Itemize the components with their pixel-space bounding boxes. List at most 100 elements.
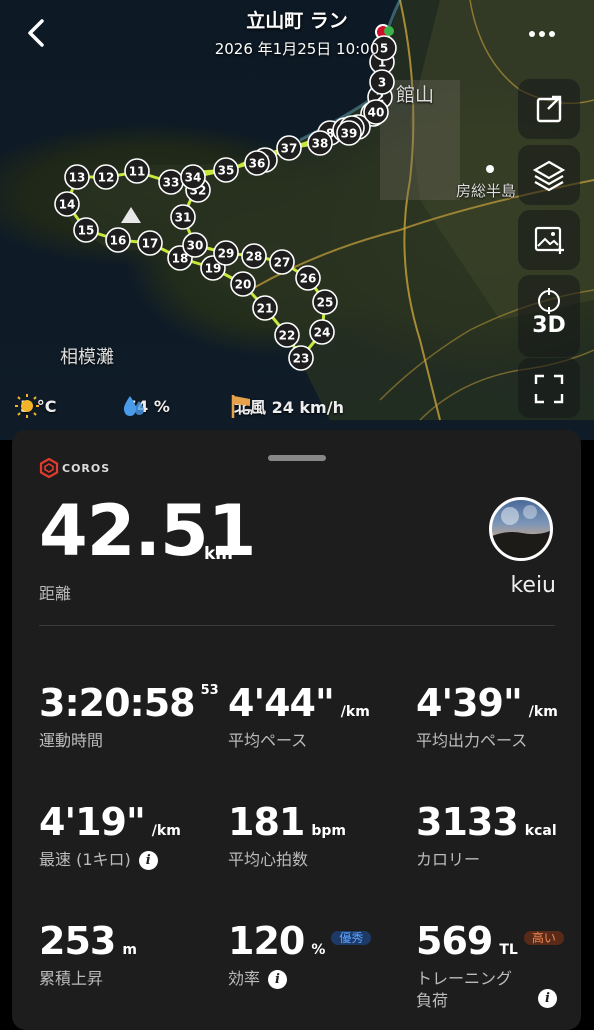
km-marker-17: 17: [137, 230, 163, 256]
3d-button[interactable]: 3D: [518, 275, 580, 357]
fullscreen-icon: [534, 374, 564, 404]
coros-logo: COROS: [39, 458, 110, 478]
km-marker-16: 16: [105, 227, 131, 253]
stat-efficiency: 120 %優秀 効率 i: [228, 922, 372, 990]
username[interactable]: keiu: [472, 573, 556, 598]
km-marker-label: 22: [279, 329, 296, 343]
activity-title: 立山町 ラン: [246, 10, 348, 32]
km-marker-label: 16: [110, 234, 127, 248]
km-marker-35: 35: [213, 157, 239, 183]
weather-humidity: 54 %: [120, 392, 170, 420]
layers-button[interactable]: [518, 145, 580, 205]
place-dot-icon: [486, 165, 494, 173]
info-icon[interactable]: i: [538, 989, 557, 1008]
km-marker-20: 20: [230, 271, 256, 297]
km-marker-24: 24: [309, 319, 335, 345]
stat-avg-heart-rate: 181 bpm 平均心拍数: [228, 800, 346, 869]
avatar-photo: [492, 505, 550, 558]
km-marker-39: 39: [336, 120, 362, 146]
km-marker-31: 31: [170, 204, 196, 230]
weather-wind: 北風 24 km/h: [228, 392, 344, 420]
km-marker-40: 40: [363, 99, 389, 125]
stat-avg-power-pace: 4'39"/km 平均出力ペース: [416, 681, 558, 750]
km-marker-label: 14: [59, 198, 76, 212]
km-marker-27: 27: [269, 249, 295, 275]
share-button[interactable]: [518, 79, 580, 139]
info-icon[interactable]: i: [138, 851, 158, 870]
km-marker-26: 26: [295, 265, 321, 291]
km-marker-label: 27: [274, 256, 291, 270]
km-marker-label: 3: [378, 76, 386, 90]
divider: [39, 625, 555, 626]
km-marker-label: 25: [317, 296, 334, 310]
status-badge: 優秀: [331, 930, 372, 945]
km-marker-label: 30: [187, 239, 204, 253]
km-marker-label: 20: [235, 278, 252, 292]
km-marker-label: 37: [281, 142, 298, 156]
activity-datetime: 2026 年1月25日 10:00: [214, 40, 380, 58]
km-marker-38: 38: [307, 130, 333, 156]
map-label-sagami: 相模灘: [60, 347, 114, 368]
km-marker-34: 34: [180, 164, 206, 190]
km-marker-36: 36: [244, 150, 270, 176]
km-marker-25: 25: [312, 289, 338, 315]
map-label-boso: 房総半島: [456, 182, 517, 200]
share-icon: [536, 95, 562, 123]
km-marker-label: 31: [175, 211, 192, 225]
map-terrain: 1234567891011121314151617181920212223242…: [54, 0, 594, 421]
add-image-button[interactable]: [518, 210, 580, 270]
stat-elevation-gain: 253 m 累積上昇: [39, 919, 137, 988]
km-marker-label: 15: [78, 224, 95, 238]
wind-flag-icon: [231, 395, 255, 418]
coros-hexagon-icon: [39, 458, 59, 478]
map-label-tateyama: 館山: [396, 84, 435, 106]
km-marker-label: 12: [98, 171, 115, 185]
km-marker-label: 28: [246, 250, 263, 264]
km-marker-12: 12: [93, 164, 119, 190]
km-marker-label: 17: [142, 237, 159, 251]
status-badge: 高い: [523, 930, 564, 945]
fullscreen-button[interactable]: [518, 358, 580, 418]
stat-duration: 3:20:58 53 運動時間: [39, 681, 219, 750]
stat-avg-pace: 4'44"/km 平均ペース: [228, 681, 370, 750]
km-marker-13: 13: [64, 164, 90, 190]
km-marker-37: 37: [276, 135, 302, 161]
3d-label: 3D: [532, 313, 566, 338]
km-marker-label: 23: [293, 352, 310, 366]
distance-unit: km: [204, 544, 234, 564]
layers-icon: [532, 160, 566, 192]
drag-handle[interactable]: [268, 455, 326, 461]
sun-icon: [15, 394, 39, 418]
summary-panel: COROS 42.51 km 距離 keiu 3:20:58 53 運動時間 4'…: [12, 430, 581, 1030]
km-marker-label: 21: [257, 302, 274, 316]
km-marker-label: 40: [368, 106, 385, 120]
stat-training-load: 569 TL高い トレーニング 負荷 i: [416, 922, 564, 1013]
km-marker-label: 35: [218, 164, 235, 178]
water-drop-icon: [123, 396, 145, 416]
km-marker-29: 29: [213, 240, 239, 266]
stat-fastest-km: 4'19"/km 最速 (1キロ) i: [39, 800, 181, 870]
route-map[interactable]: 1234567891011121314151617181920212223242…: [0, 0, 594, 440]
km-marker-label: 33: [163, 176, 180, 190]
km-marker-22: 22: [274, 322, 300, 348]
km-marker-28: 28: [241, 243, 267, 269]
km-marker-15: 15: [73, 217, 99, 243]
avatar[interactable]: [489, 497, 553, 561]
km-marker-21: 21: [252, 295, 278, 321]
km-marker-30: 30: [182, 232, 208, 258]
km-marker-label: 38: [312, 137, 329, 151]
km-marker-11: 11: [124, 158, 150, 184]
km-marker-label: 13: [69, 171, 86, 185]
add-image-icon: [534, 226, 564, 254]
km-marker-label: 11: [129, 165, 146, 179]
km-marker-label: 24: [314, 326, 331, 340]
km-marker-33: 33: [158, 169, 184, 195]
km-marker-label: 26: [300, 272, 317, 286]
info-icon[interactable]: i: [268, 970, 288, 989]
km-marker-3: 3: [369, 69, 395, 95]
km-marker-label: 36: [249, 157, 266, 171]
more-button[interactable]: [526, 20, 558, 44]
km-marker-label: 34: [185, 171, 202, 185]
km-marker-label: 39: [341, 127, 358, 141]
km-marker-14: 14: [54, 191, 80, 217]
